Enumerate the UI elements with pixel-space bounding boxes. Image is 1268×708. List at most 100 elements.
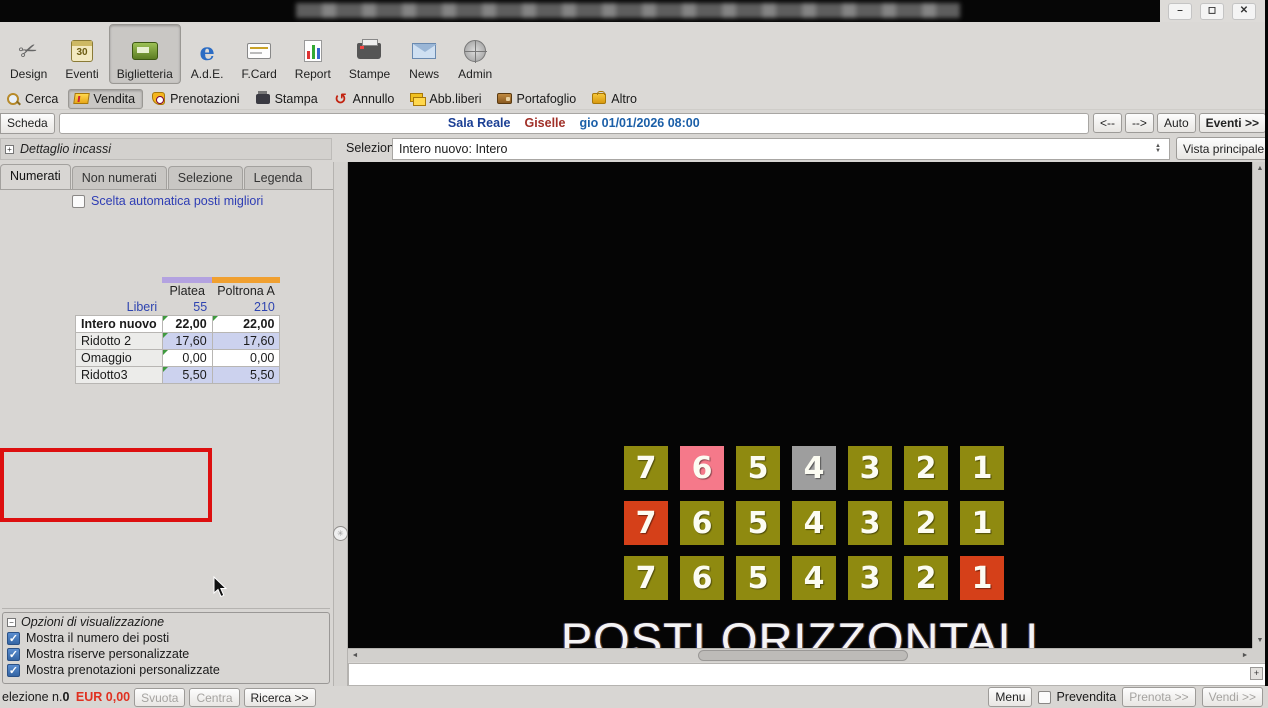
seat[interactable]: 5 [736, 556, 780, 600]
price-cell[interactable]: 5,50 [211, 366, 281, 384]
seat[interactable]: 2 [904, 446, 948, 490]
tab-non-numerati[interactable]: Non numerati [71, 166, 167, 189]
menu-button[interactable]: Menu [988, 687, 1033, 707]
envelope-icon [408, 36, 440, 66]
panel-splitter[interactable] [333, 162, 348, 686]
toolbar-item-biglietteria[interactable]: Biglietteria [108, 24, 181, 84]
toolbar-item-eventi[interactable]: 30 Eventi [57, 24, 106, 84]
display-options-header[interactable]: − Opzioni di visualizzazione [7, 615, 325, 629]
spinner-icon[interactable]: ▲ ▼ [1151, 141, 1165, 157]
auto-choice-checkbox[interactable] [72, 194, 85, 208]
seat[interactable]: 7 [624, 556, 668, 600]
checkbox-checked-icon[interactable]: ✓ [7, 663, 20, 677]
rate-dropdown[interactable]: Intero nuovo: Intero ▲ ▼ [392, 138, 1170, 160]
table-row[interactable]: Ridotto3 5,50 5,50 [75, 366, 281, 384]
checkbox-checked-icon[interactable]: ✓ [7, 631, 20, 645]
seat[interactable]: 1 [960, 501, 1004, 545]
option-show-custom-reserves[interactable]: ✓ Mostra riserve personalizzate [7, 647, 325, 661]
table-row[interactable]: Intero nuovo 22,00 22,00 [75, 315, 281, 333]
scheda-button[interactable]: Scheda [0, 112, 55, 134]
seat[interactable]: 7 [624, 446, 668, 490]
splitter-grip-icon[interactable] [333, 526, 348, 541]
price-cell[interactable]: 17,60 [161, 332, 213, 350]
svuota-button[interactable]: Svuota [134, 687, 186, 707]
toolbar-item-design[interactable]: ✂ Design [2, 24, 55, 84]
price-cell[interactable]: 0,00 [211, 349, 281, 367]
expand-note-icon[interactable]: + [1250, 667, 1263, 680]
note-field[interactable]: + [348, 663, 1268, 686]
toolbar-item-stampe[interactable]: Stampe [341, 24, 398, 84]
auto-button[interactable]: Auto [1156, 113, 1196, 133]
seat[interactable]: 4 [792, 446, 836, 490]
toolbar-item-report[interactable]: Report [287, 24, 339, 84]
dettaglio-incassi-header[interactable]: + Dettaglio incassi [0, 138, 332, 160]
prev-event-button[interactable]: <-- [1092, 113, 1122, 133]
vertical-scrollbar[interactable]: ▲ ▼ [1252, 162, 1266, 648]
toolbar-item-fcard[interactable]: F.Card [233, 24, 284, 84]
table-row[interactable]: Ridotto 2 17,60 17,60 [75, 332, 281, 350]
table-row[interactable]: Omaggio 0,00 0,00 [75, 349, 281, 367]
seat[interactable]: 3 [848, 501, 892, 545]
scroll-right-icon[interactable]: ► [1238, 649, 1252, 662]
toolbar-item-admin[interactable]: Admin [450, 24, 500, 84]
price-cell[interactable]: 0,00 [161, 349, 213, 367]
seat[interactable]: 1 [960, 446, 1004, 490]
subtool-prenotazioni[interactable]: Prenotazioni [145, 89, 248, 109]
seat[interactable]: 2 [904, 556, 948, 600]
seat[interactable]: 1 [960, 556, 1004, 600]
rate-label: Intero nuovo [75, 315, 163, 333]
event-datetime: gio 01/01/2026 08:00 [579, 116, 700, 130]
seat[interactable]: 6 [680, 501, 724, 545]
seat[interactable]: 6 [680, 446, 724, 490]
maximize-button[interactable]: ◻ [1200, 2, 1224, 20]
subtool-annullo[interactable]: ↺ Annullo [328, 89, 403, 109]
auto-choice-row[interactable]: Scelta automatica posti migliori [72, 194, 263, 208]
next-event-button[interactable]: --> [1124, 113, 1154, 133]
dettaglio-incassi-label: Dettaglio incassi [20, 142, 112, 156]
seat[interactable]: 4 [792, 501, 836, 545]
price-cell[interactable]: 17,60 [211, 332, 281, 350]
eventi-button[interactable]: Eventi >> [1198, 113, 1266, 133]
seat[interactable]: 3 [848, 446, 892, 490]
option-show-seat-numbers[interactable]: ✓ Mostra il numero dei posti [7, 631, 325, 645]
tab-legenda[interactable]: Legenda [243, 166, 313, 189]
price-cell[interactable]: 22,00 [211, 315, 281, 333]
seat[interactable]: 6 [680, 556, 724, 600]
toolbar-item-news[interactable]: News [400, 24, 448, 84]
minimize-button[interactable]: – [1168, 2, 1192, 20]
scrollbar-thumb[interactable] [698, 650, 908, 661]
vendi-button[interactable]: Vendi >> [1201, 687, 1263, 707]
collapse-icon[interactable]: − [7, 617, 16, 627]
checkbox-checked-icon[interactable]: ✓ [7, 647, 20, 661]
centra-button[interactable]: Centra [189, 687, 240, 707]
subtool-portafoglio[interactable]: Portafoglio [491, 89, 584, 109]
subtool-stampa[interactable]: Stampa [250, 89, 326, 109]
prevendita-checkbox[interactable] [1038, 690, 1052, 704]
price-cell[interactable]: 22,00 [161, 315, 213, 333]
price-cell[interactable]: 5,50 [161, 366, 213, 384]
tab-numerati[interactable]: Numerati [0, 164, 71, 189]
toolbar-item-ade[interactable]: e A.d.E. [183, 24, 232, 84]
close-button[interactable]: ✕ [1232, 2, 1256, 20]
subtool-altro[interactable]: Altro [586, 89, 645, 109]
auto-choice-label: Scelta automatica posti migliori [91, 194, 264, 208]
tab-selezione[interactable]: Selezione [167, 166, 243, 189]
vista-principale-button[interactable]: Vista principale [1176, 137, 1268, 160]
expand-icon[interactable]: + [5, 144, 14, 154]
subtool-cerca[interactable]: Cerca [0, 89, 66, 109]
seat[interactable]: 5 [736, 446, 780, 490]
seat[interactable]: 3 [848, 556, 892, 600]
seat[interactable]: 7 [624, 501, 668, 545]
prevendita-row[interactable]: Prevendita [1038, 690, 1116, 704]
ricerca-button[interactable]: Ricerca >> [243, 687, 316, 707]
horizontal-scrollbar[interactable]: ◄ ► [348, 648, 1252, 662]
seat-map-canvas[interactable]: 765432176543217654321 POSTI ORIZZONTALI [348, 162, 1252, 650]
subtool-vendita[interactable]: Vendita [68, 88, 144, 109]
option-show-custom-bookings[interactable]: ✓ Mostra prenotazioni personalizzate [7, 663, 325, 677]
seat[interactable]: 5 [736, 501, 780, 545]
subtool-abbliberi[interactable]: Abb.liberi [404, 89, 489, 109]
prenota-button[interactable]: Prenota >> [1122, 687, 1196, 707]
scroll-left-icon[interactable]: ◄ [348, 649, 362, 662]
seat[interactable]: 2 [904, 501, 948, 545]
seat[interactable]: 4 [792, 556, 836, 600]
